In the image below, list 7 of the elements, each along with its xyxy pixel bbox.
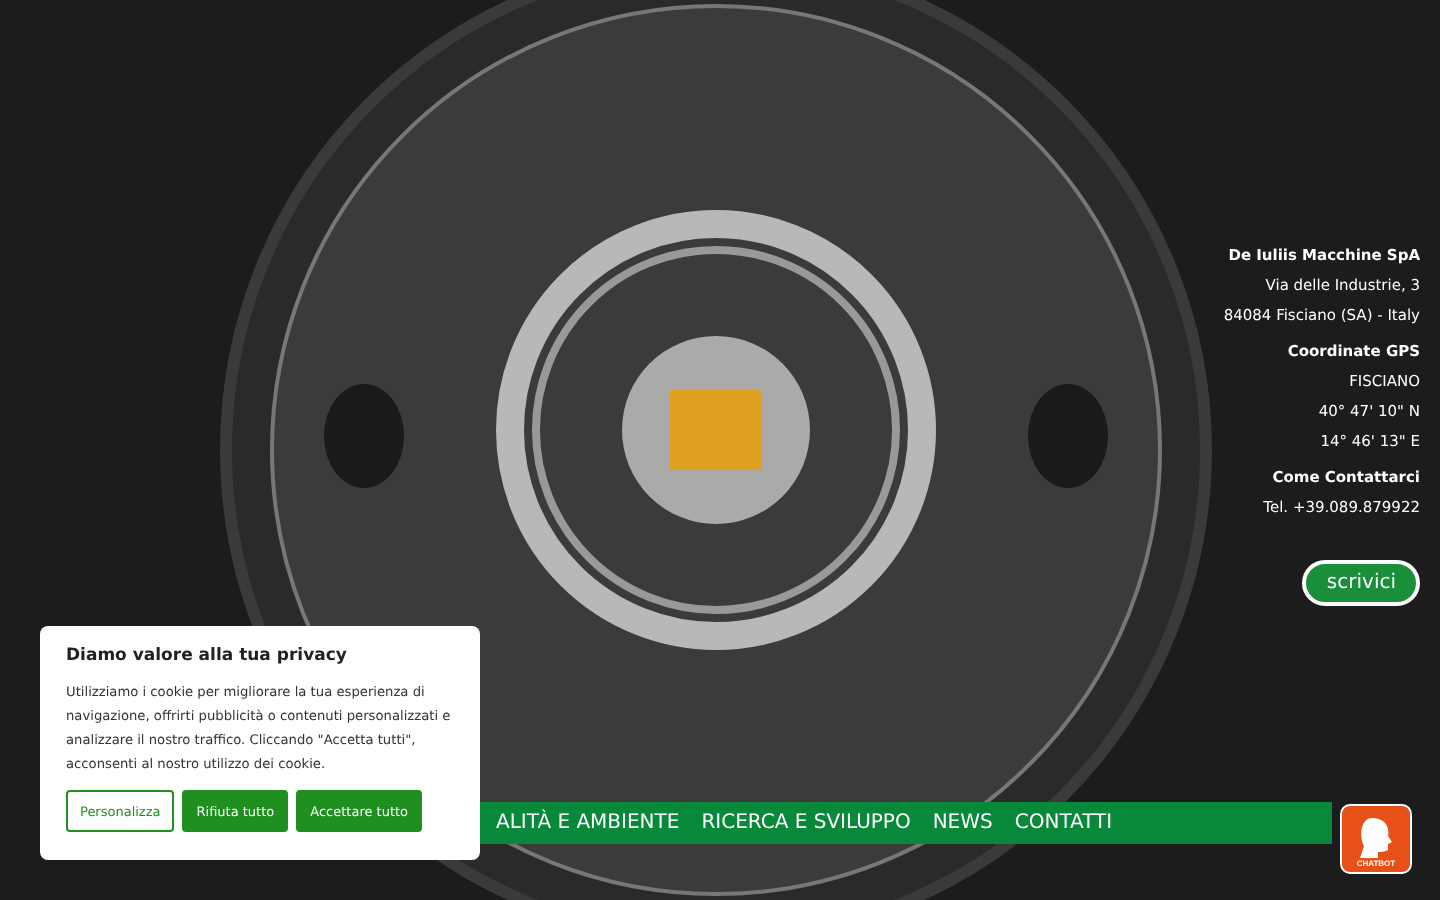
- head-profile-icon: [1360, 818, 1392, 858]
- nav-link[interactable]: ALITÀ E AMBIENTE: [496, 812, 680, 834]
- nav-link[interactable]: RICERCA E SVILUPPO: [701, 812, 911, 834]
- nav-link[interactable]: NEWS: [932, 812, 993, 834]
- nav-link[interactable]: CONTATTI: [1014, 812, 1113, 834]
- dialog-title: Diamo valore alla tua privacy: [66, 646, 349, 666]
- contact-button[interactable]: scrivici: [1302, 560, 1420, 606]
